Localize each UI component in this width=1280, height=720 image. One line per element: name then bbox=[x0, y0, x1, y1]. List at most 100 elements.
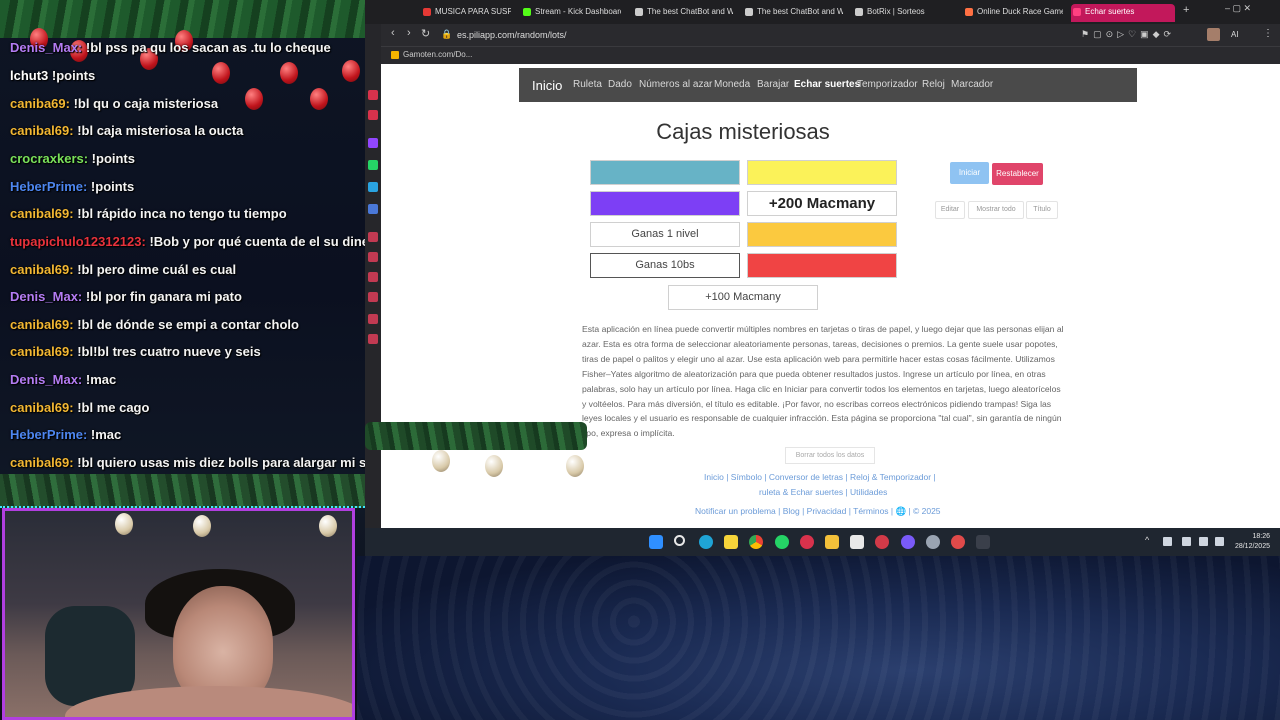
show-all-button[interactable]: Mostrar todo bbox=[968, 201, 1024, 219]
display-icon[interactable] bbox=[1199, 537, 1208, 546]
start-menu-icon[interactable] bbox=[649, 535, 663, 549]
chat-username[interactable]: canibal69: bbox=[10, 317, 77, 332]
keyboard-icon[interactable] bbox=[1182, 537, 1191, 546]
nav-brand-home[interactable]: Inicio bbox=[532, 78, 562, 93]
mystery-box-2[interactable] bbox=[747, 160, 897, 185]
tab-musica[interactable]: MUSICA PARA SUSPE bbox=[421, 4, 511, 22]
mystery-box-7[interactable]: Ganas 10bs bbox=[590, 253, 740, 278]
chat-username[interactable]: HeberPrime: bbox=[10, 179, 91, 194]
mystery-box-9[interactable]: +100 Macmany bbox=[668, 285, 818, 310]
edit-button[interactable]: Editar bbox=[935, 201, 965, 219]
nav-echar-suertes[interactable]: Echar suertes bbox=[794, 79, 860, 90]
sidebar-app-icon[interactable] bbox=[368, 334, 378, 344]
tab-chatbot-1[interactable]: The best ChatBot and Wi bbox=[633, 4, 733, 22]
chat-username[interactable]: caniba69: bbox=[10, 96, 74, 111]
store-icon[interactable] bbox=[850, 535, 864, 549]
forward-icon[interactable]: › bbox=[407, 27, 411, 39]
sidebar-app-icon[interactable] bbox=[368, 160, 378, 170]
sidebar-app-icon[interactable] bbox=[368, 314, 378, 324]
mystery-box-4[interactable]: +200 Macmany bbox=[747, 191, 897, 216]
window-controls-icon[interactable]: – ▢ ✕ bbox=[1225, 3, 1251, 14]
microphone-icon[interactable] bbox=[1163, 537, 1172, 546]
footer-links-2[interactable]: ruleta & Echar suertes | Utilidades bbox=[759, 487, 887, 497]
ai-button[interactable]: AI bbox=[1231, 30, 1239, 39]
mystery-box-5[interactable]: Ganas 1 nivel bbox=[590, 222, 740, 247]
chat-username[interactable]: lchut3 bbox=[10, 68, 52, 83]
nav-numeros[interactable]: Números al azar bbox=[639, 79, 712, 90]
profile-avatar[interactable] bbox=[1207, 28, 1220, 41]
sidebar-app-icon[interactable] bbox=[368, 182, 378, 192]
settings-icon[interactable] bbox=[926, 535, 940, 549]
sidebar-app-icon[interactable] bbox=[368, 292, 378, 302]
menu-icon[interactable]: ⋮ bbox=[1263, 28, 1273, 39]
nav-ruleta[interactable]: Ruleta bbox=[573, 79, 602, 90]
chrome-icon[interactable] bbox=[749, 535, 763, 549]
page-title[interactable]: Cajas misteriosas bbox=[613, 119, 873, 145]
tab-label: MUSICA PARA SUSPE bbox=[435, 7, 511, 16]
app-icon-obs[interactable] bbox=[976, 535, 990, 549]
nav-marcador[interactable]: Marcador bbox=[951, 79, 993, 90]
sidebar-app-icon[interactable] bbox=[368, 232, 378, 242]
tab-kick-dashboard[interactable]: Stream - Kick Dashboard bbox=[521, 4, 621, 22]
chat-username[interactable]: canibal69: bbox=[10, 262, 77, 277]
chat-message: crocraxkers: !points bbox=[10, 151, 135, 166]
ornament-icon bbox=[115, 513, 133, 535]
new-tab-icon[interactable]: + bbox=[1183, 4, 1189, 16]
nav-temporizador[interactable]: Temporizador bbox=[857, 79, 918, 90]
whatsapp-icon[interactable] bbox=[775, 535, 789, 549]
footer-links-1[interactable]: Inicio | Símbolo | Conversor de letras |… bbox=[704, 472, 936, 482]
clear-all-data-button[interactable]: Borrar todos los datos bbox=[785, 447, 875, 464]
chat-username[interactable]: Denis_Max: bbox=[10, 289, 86, 304]
address-bar[interactable]: es.piliapp.com/random/lots/ bbox=[457, 28, 1147, 43]
chat-username[interactable]: canibal69: bbox=[10, 400, 77, 415]
sidebar-app-icon[interactable] bbox=[368, 272, 378, 282]
chat-username[interactable]: HeberPrime: bbox=[10, 427, 91, 442]
start-button[interactable]: Iniciar bbox=[950, 162, 989, 184]
chat-username[interactable]: canibal69: bbox=[10, 206, 77, 221]
sticky-notes-icon[interactable] bbox=[724, 535, 738, 549]
back-icon[interactable]: ‹ bbox=[391, 27, 395, 39]
chat-username[interactable]: canibal69: bbox=[10, 455, 77, 470]
tab-chatbot-2[interactable]: The best ChatBot and Wi bbox=[743, 4, 843, 22]
sidebar-app-icon[interactable] bbox=[368, 204, 378, 214]
sidebar-app-icon[interactable] bbox=[368, 90, 378, 100]
app-icon-red[interactable] bbox=[875, 535, 889, 549]
mystery-box-1[interactable] bbox=[590, 160, 740, 185]
system-clock[interactable]: 18:26 28/12/2025 bbox=[1235, 532, 1270, 552]
mystery-box-6[interactable] bbox=[747, 222, 897, 247]
chat-username[interactable]: tupapichulo12312123: bbox=[10, 234, 149, 249]
ornament-icon bbox=[432, 450, 450, 472]
file-explorer-icon[interactable] bbox=[825, 535, 839, 549]
bookmark-gamoten[interactable]: Gamoten.com/Do... bbox=[403, 50, 472, 59]
app-icon-opera[interactable] bbox=[951, 535, 965, 549]
title-button[interactable]: Título bbox=[1026, 201, 1058, 219]
chat-username[interactable]: canibal69: bbox=[10, 123, 77, 138]
chat-username[interactable]: Denis_Max: bbox=[10, 372, 86, 387]
app-icon-discord[interactable] bbox=[901, 535, 915, 549]
sidebar-app-icon[interactable] bbox=[368, 110, 378, 120]
tab-botrix[interactable]: BotRix | Sorteos bbox=[853, 4, 953, 22]
sidebar-app-icon[interactable] bbox=[368, 252, 378, 262]
tray-chevron-icon[interactable]: ^ bbox=[1145, 535, 1149, 545]
chat-username[interactable]: crocraxkers: bbox=[10, 151, 92, 166]
footer-links-3[interactable]: Notificar un problema | Blog | Privacida… bbox=[695, 506, 941, 517]
chat-username[interactable]: Denis_Max: bbox=[10, 40, 86, 55]
search-icon[interactable] bbox=[674, 535, 685, 546]
tab-echar-suertes[interactable]: Echar suertes bbox=[1071, 4, 1175, 22]
mystery-box-8[interactable] bbox=[747, 253, 897, 278]
reset-button[interactable]: Restablecer bbox=[992, 163, 1043, 185]
volume-icon[interactable] bbox=[1215, 537, 1224, 546]
nav-dado[interactable]: Dado bbox=[608, 79, 632, 90]
nav-moneda[interactable]: Moneda bbox=[714, 79, 750, 90]
tab-duck-race[interactable]: Online Duck Race Game bbox=[963, 4, 1063, 22]
ornament-icon bbox=[193, 515, 211, 537]
chat-username[interactable]: canibal69: bbox=[10, 344, 77, 359]
reload-icon[interactable]: ↻ bbox=[421, 27, 430, 40]
edge-icon[interactable] bbox=[699, 535, 713, 549]
opera-gx-icon[interactable] bbox=[800, 535, 814, 549]
sidebar-app-icon[interactable] bbox=[368, 138, 378, 148]
mystery-box-3[interactable] bbox=[590, 191, 740, 216]
nav-barajar[interactable]: Barajar bbox=[757, 79, 789, 90]
extension-icons[interactable]: ⚑▢⊙▷♡▣◆⟳ bbox=[1081, 29, 1175, 40]
nav-reloj[interactable]: Reloj bbox=[922, 79, 945, 90]
